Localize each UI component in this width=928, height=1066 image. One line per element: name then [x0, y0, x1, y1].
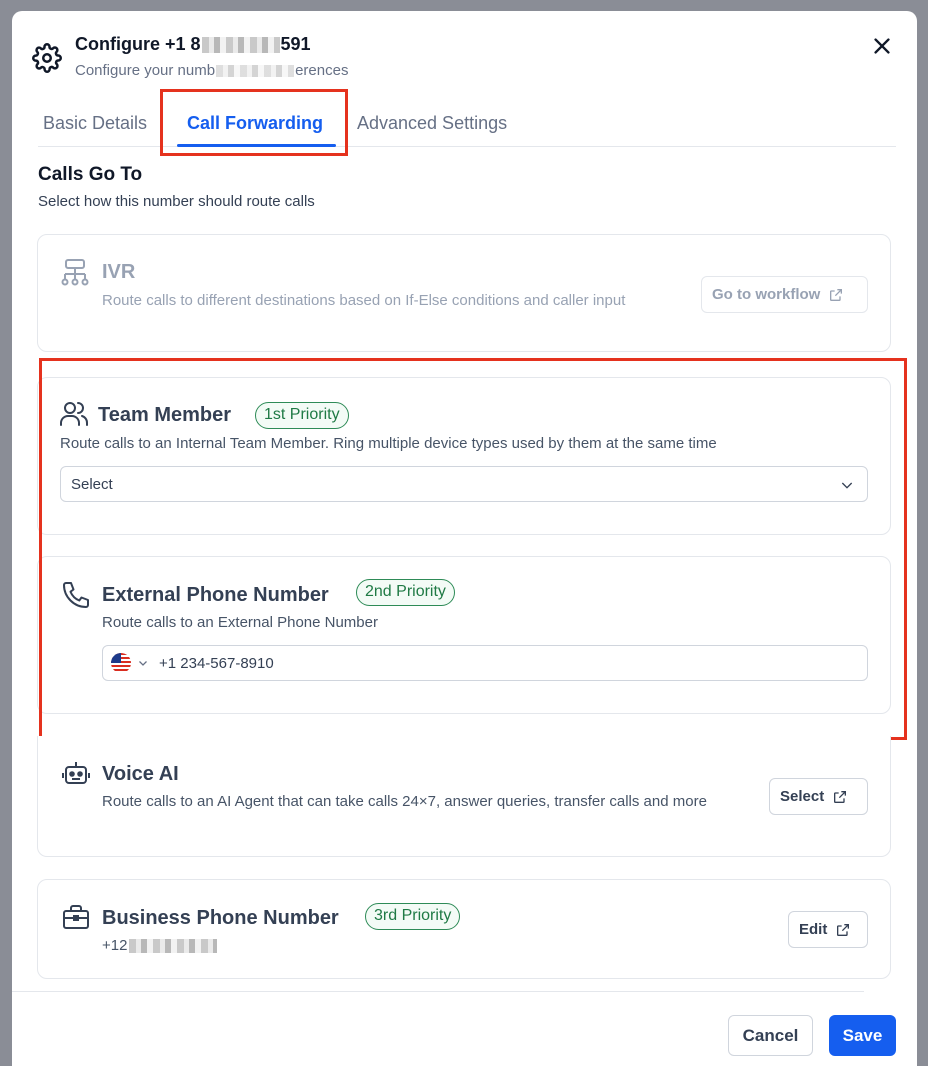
- title-prefix: Configure +1 8: [75, 34, 201, 54]
- section-subtitle: Select how this number should route call…: [38, 193, 315, 210]
- subtitle-prefix: Configure your numb: [75, 62, 216, 79]
- title-suffix: 591: [280, 34, 311, 54]
- tab-basic-details[interactable]: Basic Details: [43, 113, 147, 134]
- modal-title: Configure +1 8 591: [75, 34, 311, 55]
- workflow-icon: [61, 259, 89, 286]
- subtitle-suffix: erences: [295, 62, 349, 79]
- voice-ai-description: Route calls to an AI Agent that can take…: [102, 793, 707, 810]
- voice-ai-card: Voice AI Route calls to an AI Agent that…: [37, 736, 891, 857]
- cancel-button[interactable]: Cancel: [728, 1015, 813, 1056]
- robot-icon: [62, 762, 90, 784]
- business-edit-label: Edit: [799, 921, 828, 938]
- external-link-icon: [837, 923, 850, 936]
- priority-highlight-box: [39, 358, 907, 740]
- business-phone-number: +12: [102, 934, 218, 957]
- section-title: Calls Go To: [38, 164, 143, 185]
- business-number-prefix: +12: [102, 937, 128, 954]
- ivr-title: IVR: [102, 261, 136, 283]
- footer-divider: [12, 991, 864, 992]
- modal-header: Configure +1 8 591 Configure your numb e…: [12, 11, 917, 91]
- go-to-workflow-button[interactable]: Go to workflow: [701, 276, 868, 313]
- external-link-icon: [830, 288, 843, 301]
- third-priority-badge: 3rd Priority: [365, 903, 461, 930]
- external-link-icon: [834, 790, 847, 803]
- save-button[interactable]: Save: [829, 1015, 896, 1056]
- configure-number-modal: Configure +1 8 591 Configure your numb e…: [12, 11, 917, 1066]
- ivr-card: IVR Route calls to different destination…: [37, 234, 891, 352]
- redacted-text: [216, 64, 295, 77]
- business-edit-button[interactable]: Edit: [788, 911, 868, 948]
- go-to-workflow-label: Go to workflow: [712, 286, 821, 303]
- voice-ai-select-button[interactable]: Select: [769, 778, 868, 815]
- business-phone-card: Business Phone Number 3rd Priority +12 E…: [37, 879, 891, 979]
- voice-ai-title: Voice AI: [102, 763, 179, 785]
- tab-highlight-box: [160, 89, 348, 156]
- tab-advanced-settings[interactable]: Advanced Settings: [357, 113, 507, 134]
- gear-icon: [32, 43, 62, 73]
- redacted-digits: [201, 36, 280, 53]
- voice-ai-select-label: Select: [780, 788, 825, 805]
- business-phone-title: Business Phone Number: [102, 907, 339, 929]
- close-icon[interactable]: [871, 35, 893, 57]
- ivr-description: Route calls to different destinations ba…: [102, 292, 626, 309]
- redacted-number: [129, 938, 218, 953]
- briefcase-icon: [63, 905, 89, 929]
- modal-subtitle: Configure your numb erences: [75, 62, 348, 79]
